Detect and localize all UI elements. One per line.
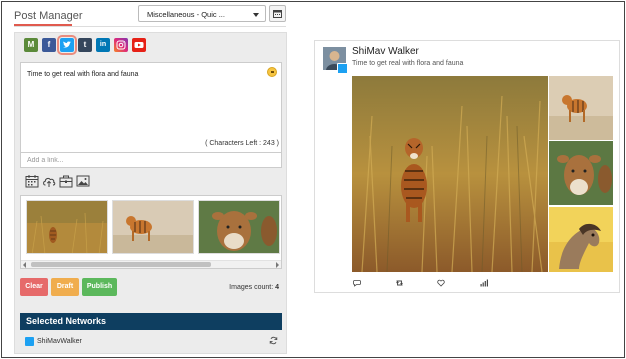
media-library-icon[interactable] xyxy=(59,174,73,188)
emoji-icon[interactable] xyxy=(267,67,277,77)
characters-left: ( Characters Left : 243 ) xyxy=(205,140,279,147)
reply-icon[interactable] xyxy=(353,279,361,287)
header-divider xyxy=(14,26,286,27)
publish-button[interactable]: Publish xyxy=(82,278,117,296)
draft-button[interactable]: Draft xyxy=(51,278,79,296)
category-dropdown[interactable]: Miscellaneous - Quic ... xyxy=(138,5,266,22)
tumblr-icon[interactable]: t xyxy=(78,38,92,52)
cloud-upload-icon[interactable] xyxy=(42,174,56,188)
calendar-icon xyxy=(273,10,282,18)
preview-post-text: Time to get real with flora and fauna xyxy=(352,60,464,67)
twitter-icon xyxy=(25,337,34,346)
images-count: Images count: 4 xyxy=(229,284,279,291)
selected-network-item: ShiMavWalker xyxy=(20,332,282,350)
scroll-right-icon[interactable] xyxy=(276,262,279,268)
link-input[interactable] xyxy=(20,152,282,168)
meetup-icon[interactable]: M xyxy=(24,38,38,52)
category-dropdown-value: Miscellaneous - Quic ... xyxy=(147,10,225,19)
post-text: Time to get real with flora and fauna xyxy=(27,71,139,78)
preview-side-image-cow xyxy=(549,141,613,205)
images-count-value: 4 xyxy=(275,284,279,291)
page-title: Post Manager xyxy=(14,10,83,22)
chevron-down-icon xyxy=(253,13,259,17)
like-icon[interactable] xyxy=(437,279,445,287)
image-icon[interactable] xyxy=(76,174,90,188)
twitter-icon xyxy=(337,63,348,74)
youtube-icon[interactable] xyxy=(132,38,146,52)
post-text-area[interactable]: Time to get real with flora and fauna xyxy=(20,62,282,166)
post-editor-panel: M f t in Time to get real with flora and… xyxy=(14,32,287,354)
calendar-button[interactable] xyxy=(269,5,286,22)
gallery-image-cow[interactable] xyxy=(198,200,280,254)
selected-networks-header: Selected Networks xyxy=(20,313,282,330)
preview-side-image-tiger xyxy=(549,76,613,140)
images-count-label: Images count: xyxy=(229,284,274,291)
network-account-name: ShiMavWalker xyxy=(37,338,82,345)
gallery-scrollbar[interactable] xyxy=(21,260,281,268)
refresh-icon[interactable] xyxy=(269,336,278,345)
preview-side-image-horse xyxy=(549,207,613,272)
retweet-icon[interactable] xyxy=(395,279,404,287)
gallery-image-tiger-walking[interactable] xyxy=(112,200,194,254)
gallery-image-tiger-grass[interactable] xyxy=(26,200,108,254)
twitter-icon[interactable] xyxy=(57,35,77,55)
post-preview: ShiMav Walker Time to get real with flor… xyxy=(314,40,620,293)
preview-main-image xyxy=(352,76,548,272)
linkedin-icon[interactable]: in xyxy=(96,38,110,52)
preview-actions xyxy=(315,279,621,291)
scroll-left-icon[interactable] xyxy=(23,262,26,268)
analytics-icon[interactable] xyxy=(480,279,488,287)
image-gallery xyxy=(20,195,282,269)
instagram-icon[interactable] xyxy=(114,38,128,52)
schedule-calendar-icon[interactable] xyxy=(25,174,39,188)
clear-button[interactable]: Clear xyxy=(20,278,48,296)
preview-account-name: ShiMav Walker xyxy=(352,46,419,57)
facebook-icon[interactable]: f xyxy=(42,38,56,52)
scrollbar-thumb[interactable] xyxy=(31,262,211,267)
